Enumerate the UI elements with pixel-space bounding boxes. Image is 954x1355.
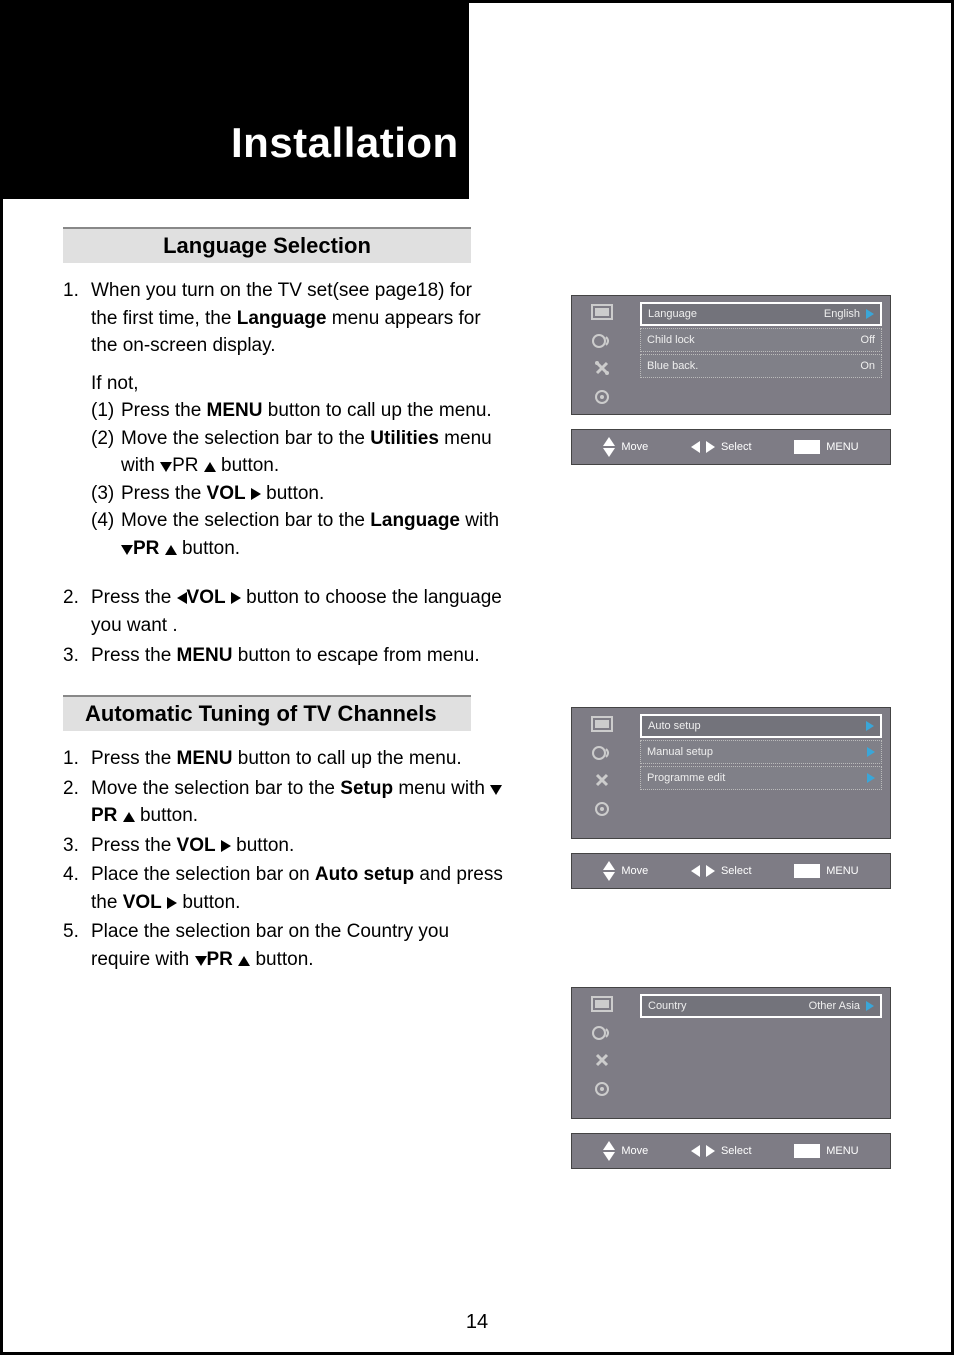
triangle-down-icon bbox=[603, 1152, 615, 1161]
section-heading-auto: Automatic Tuning of TV Channels bbox=[63, 695, 471, 731]
triangle-left-icon bbox=[691, 865, 700, 877]
page-number: 14 bbox=[3, 1311, 951, 1334]
utilities-icon bbox=[590, 1050, 614, 1072]
menu-button-icon bbox=[794, 440, 820, 454]
triangle-up-icon bbox=[603, 437, 615, 446]
menu-button-icon bbox=[794, 1144, 820, 1158]
osd-screenshot-setup: Auto setup Manual setup Programme edit M… bbox=[571, 707, 891, 889]
triangle-left-icon bbox=[177, 592, 187, 604]
triangle-right-icon bbox=[221, 840, 231, 852]
triangle-down-icon bbox=[490, 785, 502, 795]
language-instructions: 1. When you turn on the TV set(see page1… bbox=[63, 277, 503, 669]
triangle-right-icon bbox=[706, 441, 715, 453]
triangle-up-icon bbox=[123, 812, 135, 822]
osd-row-childlock: Child lockOff bbox=[640, 328, 882, 352]
ifnot-label: If not, bbox=[91, 370, 503, 398]
picture-icon bbox=[590, 302, 614, 324]
triangle-up-icon bbox=[603, 1141, 615, 1150]
manual-page: Installation Language Selection 1. When … bbox=[0, 0, 954, 1355]
auto-instructions: 1.Press the MENU button to call up the m… bbox=[63, 745, 503, 973]
sound-icon bbox=[590, 1022, 614, 1044]
arrow-right-icon bbox=[867, 773, 875, 783]
triangle-left-icon bbox=[691, 441, 700, 453]
osd-row-programmeedit: Programme edit bbox=[640, 766, 882, 790]
osd-row-manualsetup: Manual setup bbox=[640, 740, 882, 764]
arrow-right-icon bbox=[866, 721, 874, 731]
triangle-right-icon bbox=[251, 488, 261, 500]
menu-button-icon bbox=[794, 864, 820, 878]
osd-row-blueback: Blue back.On bbox=[640, 354, 882, 378]
content-area: Language Selection 1. When you turn on t… bbox=[63, 227, 891, 1312]
section-heading-language: Language Selection bbox=[63, 227, 471, 263]
sound-icon bbox=[590, 330, 614, 352]
chapter-header-block: Installation bbox=[3, 3, 469, 199]
arrow-right-icon bbox=[866, 309, 874, 319]
step-text: When you turn on the TV set(see page18) … bbox=[91, 277, 503, 360]
triangle-right-icon bbox=[231, 592, 241, 604]
osd-legend: Move Select MENU bbox=[571, 853, 891, 889]
triangle-left-icon bbox=[691, 1145, 700, 1157]
setup-icon bbox=[590, 1078, 614, 1100]
triangle-down-icon bbox=[603, 872, 615, 881]
step-number: 1. bbox=[63, 277, 91, 360]
osd-row-language: LanguageEnglish bbox=[640, 302, 882, 326]
arrow-right-icon bbox=[867, 747, 875, 757]
setup-icon bbox=[590, 798, 614, 820]
setup-icon bbox=[590, 386, 614, 408]
triangle-down-icon bbox=[160, 462, 172, 472]
utilities-icon bbox=[590, 358, 614, 380]
triangle-up-icon bbox=[238, 956, 250, 966]
triangle-down-icon bbox=[121, 545, 133, 555]
triangle-right-icon bbox=[706, 865, 715, 877]
triangle-up-icon bbox=[603, 861, 615, 870]
osd-row-country: CountryOther Asia bbox=[640, 994, 882, 1018]
triangle-up-icon bbox=[165, 545, 177, 555]
chapter-title: Installation bbox=[231, 119, 459, 167]
triangle-right-icon bbox=[167, 897, 177, 909]
triangle-right-icon bbox=[706, 1145, 715, 1157]
picture-icon bbox=[590, 714, 614, 736]
arrow-right-icon bbox=[866, 1001, 874, 1011]
osd-row-autosetup: Auto setup bbox=[640, 714, 882, 738]
osd-legend: Move Select MENU bbox=[571, 1133, 891, 1169]
sound-icon bbox=[590, 742, 614, 764]
picture-icon bbox=[590, 994, 614, 1016]
triangle-up-icon bbox=[204, 462, 216, 472]
triangle-down-icon bbox=[603, 448, 615, 457]
osd-screenshot-utilities: LanguageEnglish Child lockOff Blue back.… bbox=[571, 295, 891, 465]
utilities-icon bbox=[590, 770, 614, 792]
osd-screenshot-autosetup: CountryOther Asia Move Select MENU bbox=[571, 987, 891, 1169]
triangle-down-icon bbox=[195, 956, 207, 966]
osd-legend: Move Select MENU bbox=[571, 429, 891, 465]
